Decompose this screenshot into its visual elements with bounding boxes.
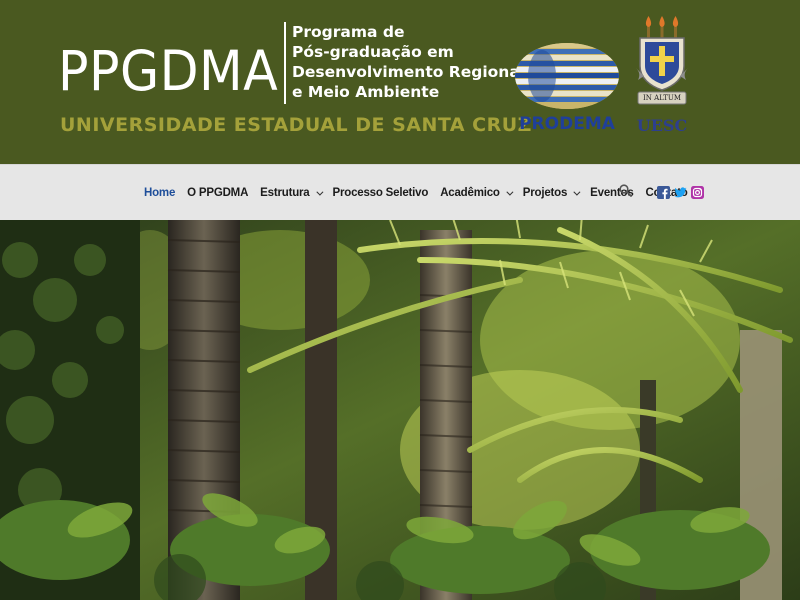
title-divider	[284, 22, 286, 104]
program-title-line: Pós-graduação em	[292, 43, 454, 61]
facebook-icon[interactable]	[657, 186, 670, 199]
nav-item-home[interactable]: Home	[144, 187, 175, 199]
nav-item-estrutura[interactable]: Estrutura	[260, 187, 323, 199]
program-title-line: e Meio Ambiente	[292, 83, 440, 101]
nav-item-o-ppgdma[interactable]: O PPGDMA	[187, 187, 248, 199]
program-title-line: Desenvolvimento Regional	[292, 63, 526, 81]
header-banner: PPGDMA Programa de Pós-graduação em Dese…	[0, 0, 800, 164]
twitter-icon[interactable]	[674, 186, 687, 199]
program-title-line: Programa de	[292, 23, 405, 41]
nav-item-processo-seletivo[interactable]: Processo Seletivo	[333, 187, 429, 199]
nav-item-label: Estrutura	[260, 187, 310, 199]
uesc-logo[interactable]: IN ALTUM UESC	[630, 14, 694, 136]
nav-menu: Home O PPGDMA Estrutura Processo Seletiv…	[144, 165, 700, 221]
prodema-logo[interactable]: PRODEMA	[512, 40, 622, 136]
social-links	[657, 186, 704, 199]
nav-item-label: Projetos	[522, 187, 568, 199]
program-title: Programa de Pós-graduação em Desenvolvim…	[292, 22, 525, 102]
site-acronym[interactable]: PPGDMA	[58, 44, 278, 99]
prodema-logo-text: PRODEMA	[519, 114, 615, 134]
forest-photo	[0, 220, 800, 600]
search-icon[interactable]	[619, 184, 632, 197]
nav-item-academico[interactable]: Acadêmico	[440, 187, 514, 199]
uesc-motto: IN ALTUM	[643, 94, 681, 102]
nav-item-label: Acadêmico	[440, 187, 500, 199]
uesc-logo-text: UESC	[636, 116, 688, 135]
instagram-icon[interactable]	[691, 186, 704, 199]
prodema-emblem-icon	[515, 43, 619, 109]
chevron-down-icon	[506, 188, 514, 196]
university-name: UNIVERSIDADE ESTADUAL DE SANTA CRUZ	[60, 114, 532, 136]
nav-item-label: O PPGDMA	[187, 187, 249, 199]
chevron-down-icon	[573, 188, 581, 196]
nav-item-label: Home	[144, 187, 176, 199]
hero-forest-image	[0, 220, 800, 600]
nav-item-label: Processo Seletivo	[332, 187, 429, 199]
nav-item-projetos[interactable]: Projetos	[522, 187, 581, 199]
chevron-down-icon	[315, 188, 323, 196]
